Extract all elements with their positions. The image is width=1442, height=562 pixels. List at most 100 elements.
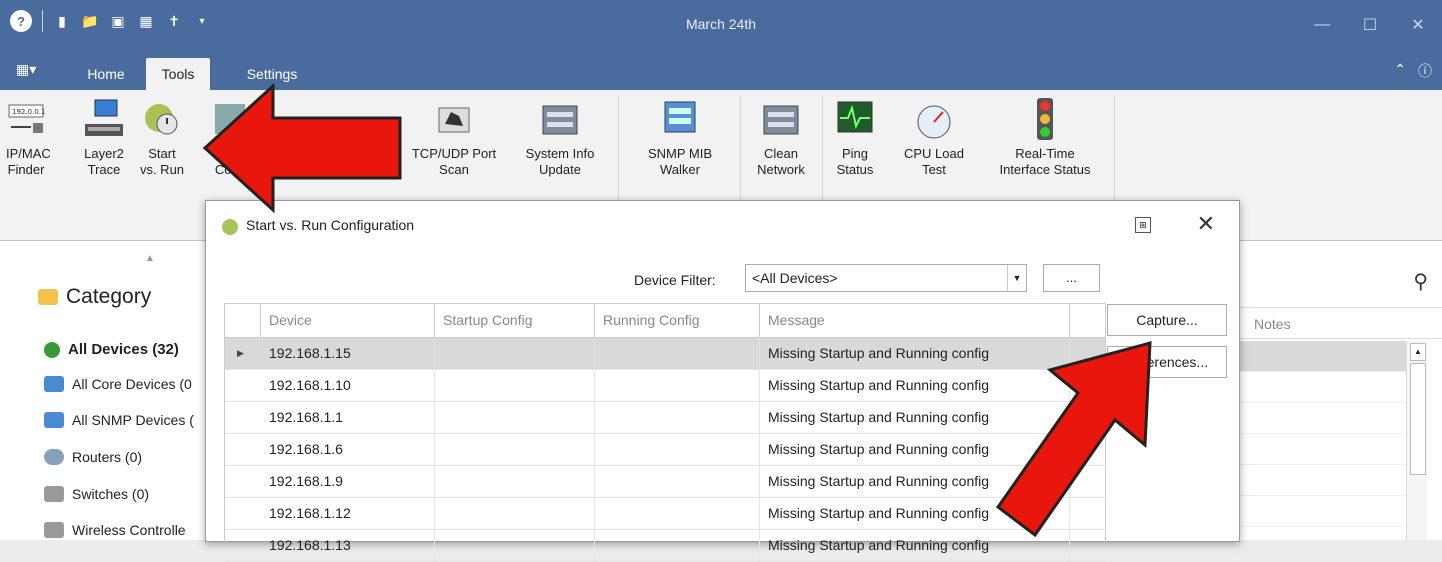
capture-config-label-2: Confi — [214, 162, 246, 177]
cell-device: 192.168.1.9 — [261, 466, 435, 497]
table-row[interactable] — [1238, 403, 1406, 434]
table-row[interactable] — [1238, 372, 1406, 403]
layer2-trace-button[interactable]: Layer2 Trace — [76, 98, 132, 178]
cell-startup — [435, 434, 595, 465]
device-list-header: Notes — [1238, 307, 1442, 339]
snmp-mib-walker-button[interactable]: SNMP MIB Walker — [636, 98, 724, 178]
table-row[interactable]: 192.168.1.1 Missing Startup and Running c… — [225, 402, 1105, 434]
vertical-scrollbar[interactable]: ▲ — [1406, 341, 1427, 540]
device-list-panel: ⚲ Notes ▲ — [1238, 241, 1442, 540]
realtime-label-1: Real-Time — [1015, 146, 1075, 161]
collapse-ribbon-icon[interactable]: ⌃ — [1394, 61, 1406, 81]
window-controls: — ☐ ✕ — [1298, 0, 1442, 50]
ribbon-right-controls: ⌃ ⓘ — [1394, 61, 1432, 81]
panel-collapse-handle[interactable]: ▲ — [145, 253, 155, 264]
cell-device: 192.168.1.10 — [261, 370, 435, 401]
scrollbar-thumb[interactable] — [1410, 363, 1426, 475]
device-filter-value: <All Devices> — [752, 270, 838, 286]
maximize-icon[interactable]: ☐ — [1346, 0, 1394, 50]
tab-home[interactable]: Home — [74, 58, 138, 90]
cell-message: Missing Startup and Running config — [760, 530, 1070, 561]
clean-network-icon — [760, 98, 802, 140]
table-row[interactable] — [1238, 465, 1406, 496]
restore-icon[interactable]: ⊞ — [1135, 217, 1151, 233]
tab-tools[interactable]: Tools — [146, 58, 210, 90]
sidebar-item-label: Switches (0) — [72, 486, 150, 502]
ping-status-button[interactable]: Ping Status — [832, 98, 878, 178]
row-indicator-header — [225, 304, 261, 337]
table-row[interactable] — [1238, 496, 1406, 527]
tab-settings[interactable]: Settings — [232, 58, 312, 90]
cell-device: 192.168.1.15 — [261, 338, 435, 369]
audit-label-1 — [300, 146, 356, 162]
audit-label-2: Audit — [313, 162, 343, 177]
layer2-trace-label-1: Layer2 — [84, 146, 124, 161]
ping-status-icon — [834, 98, 876, 140]
cell-running — [595, 530, 760, 561]
cell-message: Missing Startup and Running config — [760, 338, 1070, 369]
switch-icon — [44, 486, 64, 502]
cell-running — [595, 402, 760, 433]
ipmac-finder-button[interactable]: 192.0.0.1 IP/MAC Finder — [6, 98, 51, 178]
table-row[interactable] — [1238, 341, 1406, 372]
cell-device: 192.168.1.12 — [261, 498, 435, 529]
sidebar-item-switches[interactable]: Switches (0) — [44, 486, 149, 502]
category-title: Category — [66, 285, 152, 308]
cell-running — [595, 370, 760, 401]
help-icon[interactable]: ⓘ — [1418, 61, 1432, 81]
cell-startup — [435, 530, 595, 561]
start-vs-run-icon — [222, 219, 238, 235]
column-startup-config[interactable]: Startup Config — [435, 304, 595, 337]
device-filter-select[interactable]: <All Devices> ▼ — [745, 264, 1027, 292]
capture-button[interactable]: Capture... — [1107, 304, 1227, 336]
cpu-load-test-button[interactable]: CPU Load Test — [896, 98, 972, 178]
layer2-trace-label-2: Trace — [87, 162, 121, 177]
title-bar: ? ▮ 📁 ▣ ▦ ✝ ▾ March 24th — ☐ ✕ — [0, 0, 1442, 50]
column-notes[interactable]: Notes — [1254, 316, 1291, 332]
close-icon[interactable]: ✕ — [1197, 211, 1215, 237]
table-row[interactable]: 192.168.1.10 Missing Startup and Running … — [225, 370, 1105, 402]
grid-header: Device Startup Config Running Config Mes… — [225, 304, 1105, 338]
minimize-icon[interactable]: — — [1298, 0, 1346, 50]
layer2-trace-icon — [83, 98, 125, 140]
router-icon — [44, 449, 64, 465]
realtime-interface-status-button[interactable]: Real-Time Interface Status — [982, 98, 1108, 178]
table-row[interactable]: 192.168.1.13 Missing Startup and Running … — [225, 530, 1105, 562]
system-info-update-button[interactable]: System Info Update — [514, 98, 606, 178]
file-menu-icon[interactable]: ▦▾ — [16, 61, 36, 79]
cell-message: Missing Startup and Running config — [760, 466, 1070, 497]
differences-button[interactable]: Differences... — [1107, 346, 1227, 378]
table-row[interactable]: 192.168.1.9 Missing Startup and Running c… — [225, 466, 1105, 498]
sidebar-item-routers[interactable]: Routers (0) — [44, 449, 142, 465]
table-row[interactable]: ▶ 192.168.1.15 Missing Startup and Running… — [225, 338, 1105, 370]
realtime-label-2: Interface Status — [999, 162, 1091, 177]
tcpudp-port-scan-button[interactable]: TCP/UDP Port Scan — [404, 98, 504, 178]
table-row[interactable]: 192.168.1.6 Missing Startup and Running c… — [225, 434, 1105, 466]
capture-config-button[interactable]: Ca Confi — [206, 98, 254, 178]
search-icon[interactable]: ⚲ — [1413, 269, 1428, 294]
ipmac-finder-label-1: IP/MAC — [6, 146, 51, 161]
scroll-up-icon[interactable]: ▲ — [1410, 343, 1426, 361]
table-row[interactable] — [1238, 434, 1406, 465]
chevron-down-icon[interactable]: ▼ — [1007, 265, 1026, 291]
column-device[interactable]: Device — [261, 304, 435, 337]
cell-startup — [435, 370, 595, 401]
audit-button[interactable]: Audit — [300, 98, 356, 178]
sidebar-item-all-devices[interactable]: All Devices (32) — [44, 341, 179, 358]
cpu-load-label-2: Test — [922, 162, 946, 177]
column-running-config[interactable]: Running Config — [595, 304, 760, 337]
browse-filter-button[interactable]: ... — [1043, 264, 1100, 292]
system-info-icon — [539, 98, 581, 140]
sidebar-item-wireless-controllers[interactable]: Wireless Controlle — [44, 522, 186, 538]
start-vs-run-button[interactable]: Start vs. Run — [138, 98, 186, 178]
sidebar-item-snmp-devices[interactable]: All SNMP Devices ( — [44, 412, 194, 428]
sidebar-item-core-devices[interactable]: All Core Devices (0 — [44, 376, 192, 392]
port-scan-icon — [433, 98, 475, 140]
table-row[interactable]: 192.168.1.12 Missing Startup and Running … — [225, 498, 1105, 530]
clean-network-button[interactable]: Clean Network — [750, 98, 812, 178]
column-message[interactable]: Message — [760, 304, 1070, 337]
cell-running — [595, 498, 760, 529]
traffic-light-icon — [1024, 98, 1066, 140]
cpu-gauge-icon — [913, 98, 955, 140]
close-icon[interactable]: ✕ — [1394, 0, 1442, 50]
